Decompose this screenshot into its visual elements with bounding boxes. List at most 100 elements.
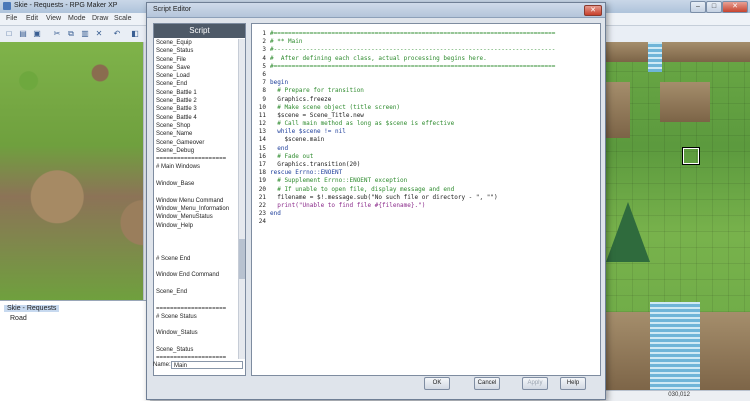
minimize-button[interactable]: – <box>690 1 706 13</box>
tree-tile <box>606 202 650 262</box>
script-list-item[interactable]: Scene_End <box>156 80 238 88</box>
script-list-item[interactable]: Window Menu Command <box>156 197 238 205</box>
code-line: 16 # Fade out <box>252 153 600 161</box>
script-list-item[interactable]: Scene_File <box>156 56 238 64</box>
line-number: 5 <box>262 62 266 70</box>
code-text: # Fade out <box>270 152 314 160</box>
script-list-item[interactable] <box>156 338 238 346</box>
script-list-item[interactable] <box>156 246 238 254</box>
script-list[interactable]: Scene_Equip Scene_Status Scene_File Scene_S… <box>156 39 238 359</box>
script-list-item[interactable]: Scene_Debug <box>156 147 238 155</box>
line-number: 19 <box>258 177 266 185</box>
script-list-item[interactable] <box>156 230 238 238</box>
save-icon[interactable]: ▣ <box>32 29 42 39</box>
scrollbar-thumb[interactable] <box>239 239 245 279</box>
status-bar: 030,012 <box>600 390 750 401</box>
line-number: 21 <box>258 193 266 201</box>
menu-edit[interactable]: Edit <box>26 15 38 22</box>
script-list-item[interactable]: Window_Base <box>156 180 238 188</box>
script-list-item[interactable]: Window End Command <box>156 271 238 279</box>
code-line: 11 $scene = Scene_Title.new <box>252 112 600 120</box>
script-list-item[interactable] <box>156 238 238 246</box>
menu-view[interactable]: View <box>46 15 61 22</box>
script-list-item[interactable]: Scene_Shop <box>156 122 238 130</box>
script-list-item[interactable] <box>156 280 238 288</box>
maximize-button[interactable]: □ <box>706 1 722 13</box>
script-list-item[interactable]: # Main Windows <box>156 163 238 171</box>
paste-icon[interactable]: ▥ <box>80 29 90 39</box>
line-number: 18 <box>258 169 266 177</box>
menu-draw[interactable]: Draw <box>92 15 108 22</box>
script-list-item[interactable] <box>156 296 238 304</box>
line-number: 16 <box>258 152 266 160</box>
script-list-item[interactable]: # Scene Status <box>156 313 238 321</box>
script-list-item[interactable]: ==================== <box>156 305 238 313</box>
close-button[interactable]: ✕ <box>722 1 748 13</box>
code-text: # Prepare for transition <box>270 87 364 95</box>
new-file-icon[interactable]: □ <box>4 29 14 39</box>
code-line: 22 print("Unable to find file #{filename… <box>252 202 600 210</box>
script-list-item[interactable] <box>156 263 238 271</box>
copy-icon[interactable]: ⧉ <box>66 29 76 39</box>
script-list-item[interactable]: Scene_Battle 2 <box>156 97 238 105</box>
menu-file[interactable]: File <box>6 15 17 22</box>
map-canvas[interactable] <box>600 42 750 392</box>
script-list-item[interactable]: Scene_Name <box>156 130 238 138</box>
open-folder-icon[interactable]: ▤ <box>18 29 28 39</box>
menu-mode[interactable]: Mode <box>68 15 86 22</box>
line-number: 9 <box>262 95 266 103</box>
code-line: 18 rescue Errno::ENOENT <box>252 169 600 177</box>
code-line: 9 Graphics.freeze <box>252 96 600 104</box>
code-text: #=======================================… <box>270 62 556 70</box>
script-list-item[interactable]: Scene_Status <box>156 47 238 55</box>
code-line: 23 end <box>252 210 600 218</box>
script-list-item[interactable]: Scene_Battle 3 <box>156 105 238 113</box>
script-list-item[interactable] <box>156 188 238 196</box>
tileset-palette[interactable] <box>0 42 143 300</box>
script-list-scrollbar[interactable] <box>238 39 245 359</box>
ok-button[interactable]: OK <box>424 377 450 390</box>
script-list-item[interactable]: Scene_Battle 4 <box>156 114 238 122</box>
script-list-item[interactable]: Scene_Gameover <box>156 139 238 147</box>
dialog-close-button[interactable]: ✕ <box>584 5 602 16</box>
cliff-tiles <box>600 312 650 392</box>
script-list-item[interactable]: Window_MenuStatus <box>156 213 238 221</box>
code-line: 7 begin <box>252 79 600 87</box>
script-list-item[interactable]: ==================== <box>156 155 238 163</box>
line-number: 1 <box>262 30 266 37</box>
line-number: 22 <box>258 201 266 209</box>
script-list-item[interactable]: Scene_Equip <box>156 39 238 47</box>
layer-icon[interactable]: ◧ <box>130 29 140 39</box>
delete-icon[interactable]: ✕ <box>94 29 104 39</box>
line-number: 11 <box>258 111 266 119</box>
script-list-item[interactable]: Scene_Battle 1 <box>156 89 238 97</box>
code-text: end <box>270 144 289 152</box>
menu-scale[interactable]: Scale <box>114 15 132 22</box>
cut-icon[interactable]: ✂ <box>52 29 62 39</box>
help-button[interactable]: Help <box>560 377 586 390</box>
name-input[interactable]: Main <box>171 361 243 369</box>
cliff-tiles <box>600 42 750 62</box>
script-list-item[interactable]: Window_Status <box>156 329 238 337</box>
apply-button[interactable]: Apply <box>522 377 548 390</box>
script-list-item[interactable]: Scene_Load <box>156 72 238 80</box>
script-list-item[interactable]: Window_Menu_Information <box>156 205 238 213</box>
map-tree-root[interactable]: Skie - Requests <box>4 305 60 312</box>
script-list-item[interactable] <box>156 321 238 329</box>
cancel-button[interactable]: Cancel <box>474 377 500 390</box>
dialog-titlebar: Script Editor ✕ <box>147 3 605 18</box>
script-list-item[interactable]: Scene_Save <box>156 64 238 72</box>
undo-icon[interactable]: ↶ <box>112 29 122 39</box>
code-line: 8 # Prepare for transition <box>252 87 600 95</box>
code-editor[interactable]: 1 #======================================… <box>251 23 601 376</box>
map-tree: Skie - Requests Road <box>0 300 150 401</box>
script-list-item[interactable]: ==================== <box>156 354 238 359</box>
script-list-item[interactable]: Window_Help <box>156 222 238 230</box>
code-line: 24 <box>252 218 600 226</box>
script-list-item[interactable]: # Scene End <box>156 255 238 263</box>
script-list-item[interactable] <box>156 172 238 180</box>
script-list-item[interactable]: Scene_Status <box>156 346 238 354</box>
map-cursor <box>683 148 699 164</box>
map-tree-item[interactable]: Road <box>10 315 27 322</box>
script-list-item[interactable]: Scene_End <box>156 288 238 296</box>
